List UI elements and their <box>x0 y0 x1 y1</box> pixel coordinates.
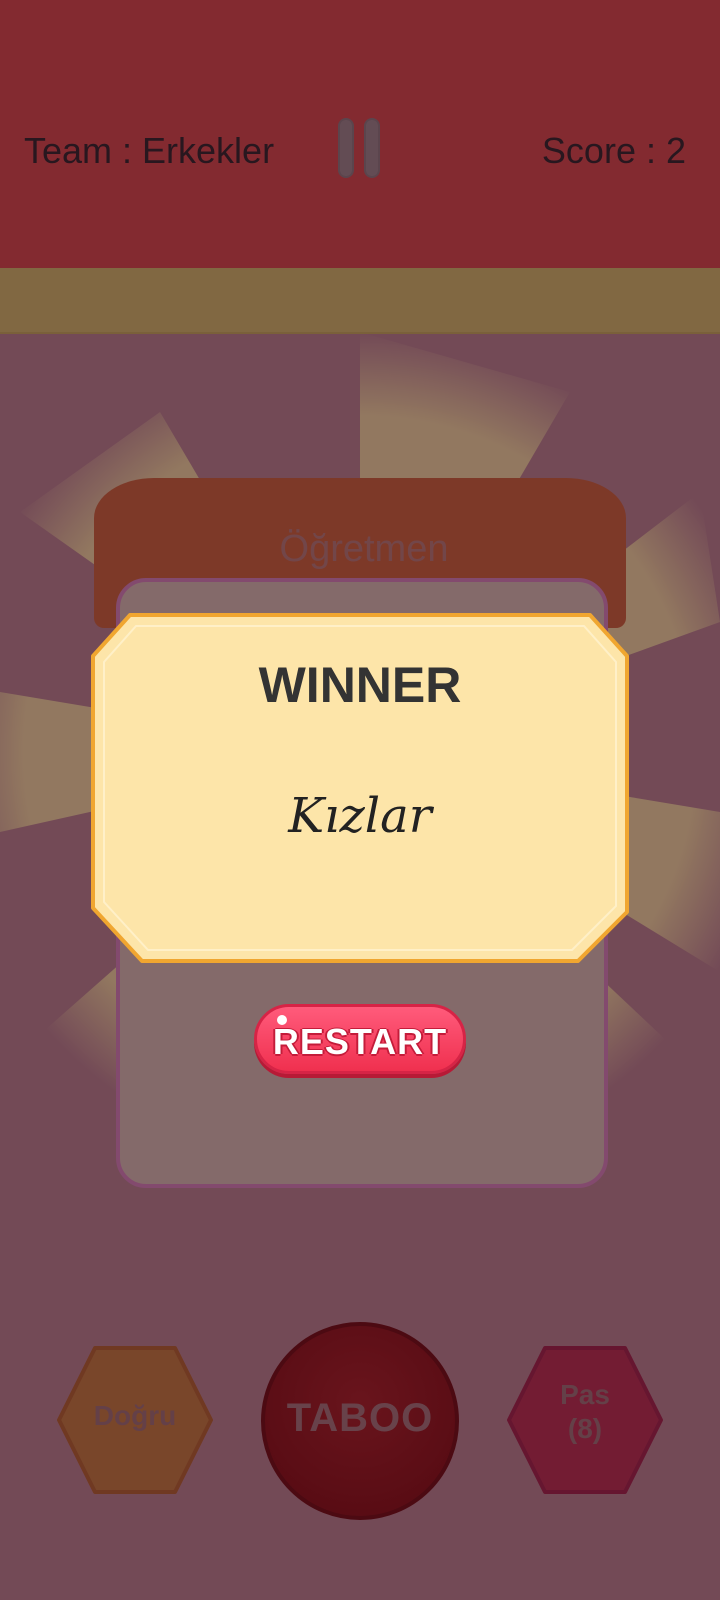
correct-label: Doğru <box>93 1400 177 1431</box>
team-label: Team : Erkekler <box>24 130 275 171</box>
taboo-button[interactable]: TABOO <box>261 1322 459 1520</box>
winner-team-name: Kızlar <box>288 788 432 844</box>
score-label: Score : 2 <box>541 130 686 171</box>
pass-button[interactable]: Pas (8) <box>505 1340 665 1500</box>
winner-popup: WINNER Kızlar <box>90 612 630 964</box>
pass-count: (8) <box>567 1413 603 1444</box>
pause-icon <box>338 118 354 178</box>
correct-button[interactable]: Doğru <box>55 1340 215 1500</box>
winner-title: WINNER <box>258 657 462 713</box>
pause-button[interactable] <box>336 118 384 180</box>
header-bar: Team : Erkekler Score : 2 <box>0 0 720 270</box>
taboo-label: TABOO <box>286 1396 434 1440</box>
restart-button[interactable]: RESTART <box>254 1004 466 1074</box>
game-screen: Team : Erkekler Score : 2 Öğretmen Doğru… <box>0 0 720 1600</box>
timer-bar <box>0 268 720 334</box>
restart-label: RESTART <box>272 1021 448 1062</box>
pass-text: Pas <box>560 1379 610 1410</box>
card-word: Öğretmen <box>279 528 449 570</box>
pass-label: Pas (8) <box>505 1378 665 1446</box>
